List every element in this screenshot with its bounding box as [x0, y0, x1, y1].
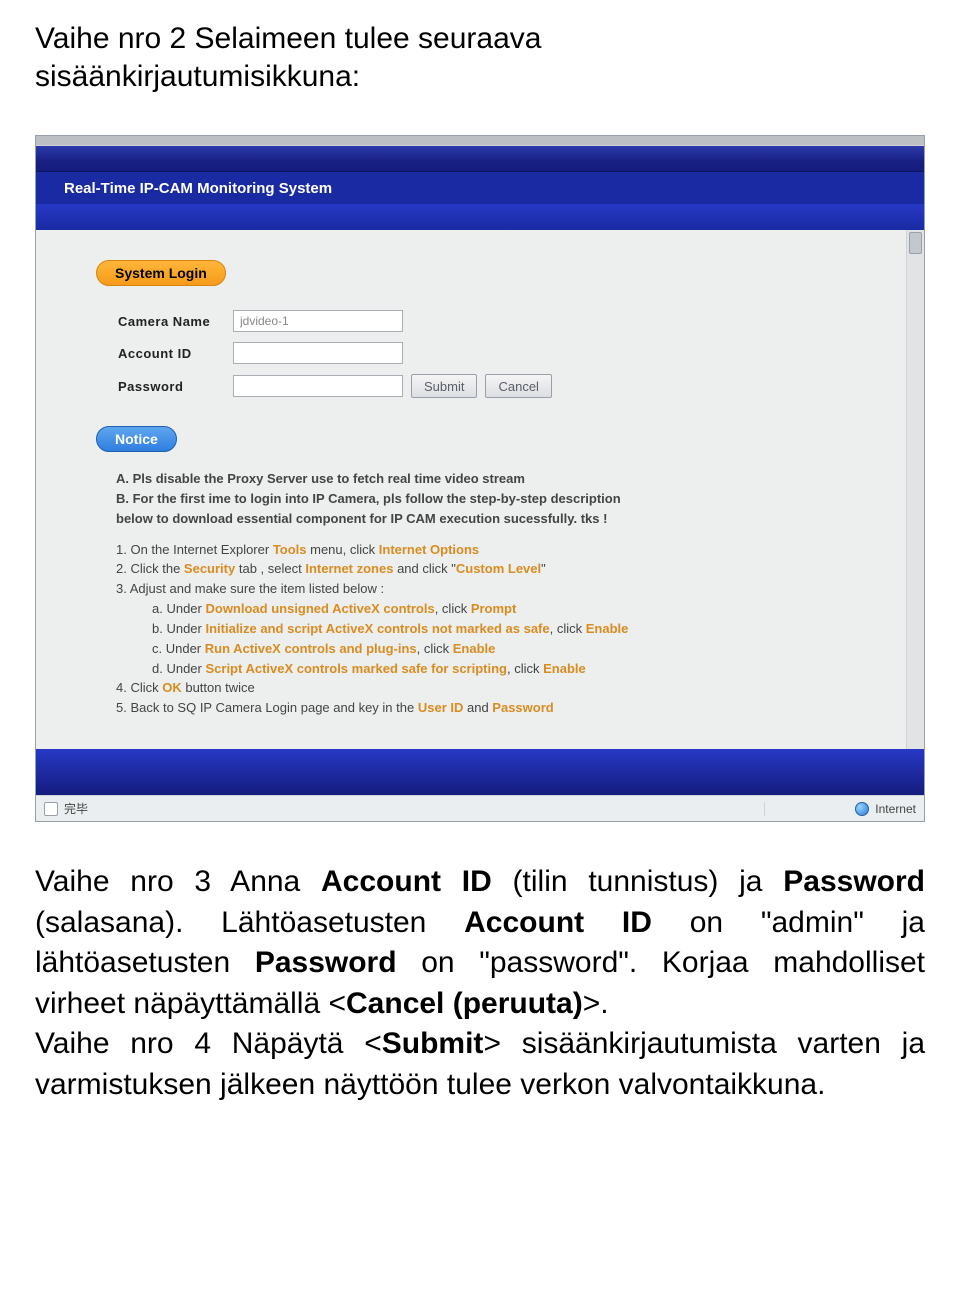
footer-banner	[36, 749, 924, 795]
notice-step-3d: d. Under Script ActiveX controls marked …	[152, 660, 884, 679]
titlebar	[36, 136, 924, 146]
scrollbar-thumb[interactable]	[909, 232, 922, 254]
page-title-bar: Real-Time IP-CAM Monitoring System	[36, 172, 924, 204]
notice-text: A. Pls disable the Proxy Server use to f…	[116, 470, 884, 718]
password-row: Password Submit Cancel	[118, 374, 884, 398]
notice-pill: Notice	[96, 426, 177, 452]
notice-step-1: 1. On the Internet Explorer Tools menu, …	[116, 541, 884, 560]
cancel-button[interactable]: Cancel	[485, 374, 551, 398]
notice-step-3: 3. Adjust and make sure the item listed …	[116, 580, 884, 599]
notice-b2: below to download essential component fo…	[116, 510, 884, 529]
heading-line-1: Vaihe nro 2 Selaimeen tulee seuraava	[35, 22, 541, 55]
internet-zone-icon	[855, 802, 869, 816]
notice-b1: B. For the first ime to login into IP Ca…	[116, 490, 884, 509]
account-id-row: Account ID	[118, 342, 884, 364]
status-icon	[44, 802, 58, 816]
camera-name-input[interactable]	[233, 310, 403, 332]
notice-step-3a: a. Under Download unsigned ActiveX contr…	[152, 600, 884, 619]
submit-button[interactable]: Submit	[411, 374, 477, 398]
doc-heading: Vaihe nro 2 Selaimeen tulee seuraava sis…	[35, 20, 925, 95]
notice-step-2: 2. Click the Security tab , select Inter…	[116, 560, 884, 579]
heading-line-2: sisäänkirjautumisikkuna:	[35, 60, 360, 93]
doc-body: Vaihe nro 3 Anna Account ID (tilin tunni…	[35, 862, 925, 1105]
camera-name-row: Camera Name	[118, 310, 884, 332]
notice-step-3c: c. Under Run ActiveX controls and plug-i…	[152, 640, 884, 659]
status-right-text: Internet	[875, 802, 916, 816]
account-id-input[interactable]	[233, 342, 403, 364]
account-id-label: Account ID	[118, 346, 233, 361]
password-input[interactable]	[233, 375, 403, 397]
banner-sub	[36, 204, 924, 230]
page-title-text: Real-Time IP-CAM Monitoring System	[64, 180, 332, 197]
content-area: System Login Camera Name Account ID Pass…	[36, 230, 924, 749]
scrollbar-track[interactable]	[906, 230, 924, 749]
banner-top	[36, 146, 924, 172]
notice-step-5: 5. Back to SQ IP Camera Login page and k…	[116, 699, 884, 718]
notice-step-4: 4. Click OK button twice	[116, 679, 884, 698]
system-login-pill: System Login	[96, 260, 226, 286]
notice-a: A. Pls disable the Proxy Server use to f…	[116, 470, 884, 489]
notice-step-3b: b. Under Initialize and script ActiveX c…	[152, 620, 884, 639]
password-label: Password	[118, 379, 233, 394]
status-left-text: 完毕	[64, 800, 88, 817]
browser-window: Real-Time IP-CAM Monitoring System Syste…	[35, 135, 925, 822]
statusbar: 完毕 Internet	[36, 795, 924, 821]
camera-name-label: Camera Name	[118, 314, 233, 329]
